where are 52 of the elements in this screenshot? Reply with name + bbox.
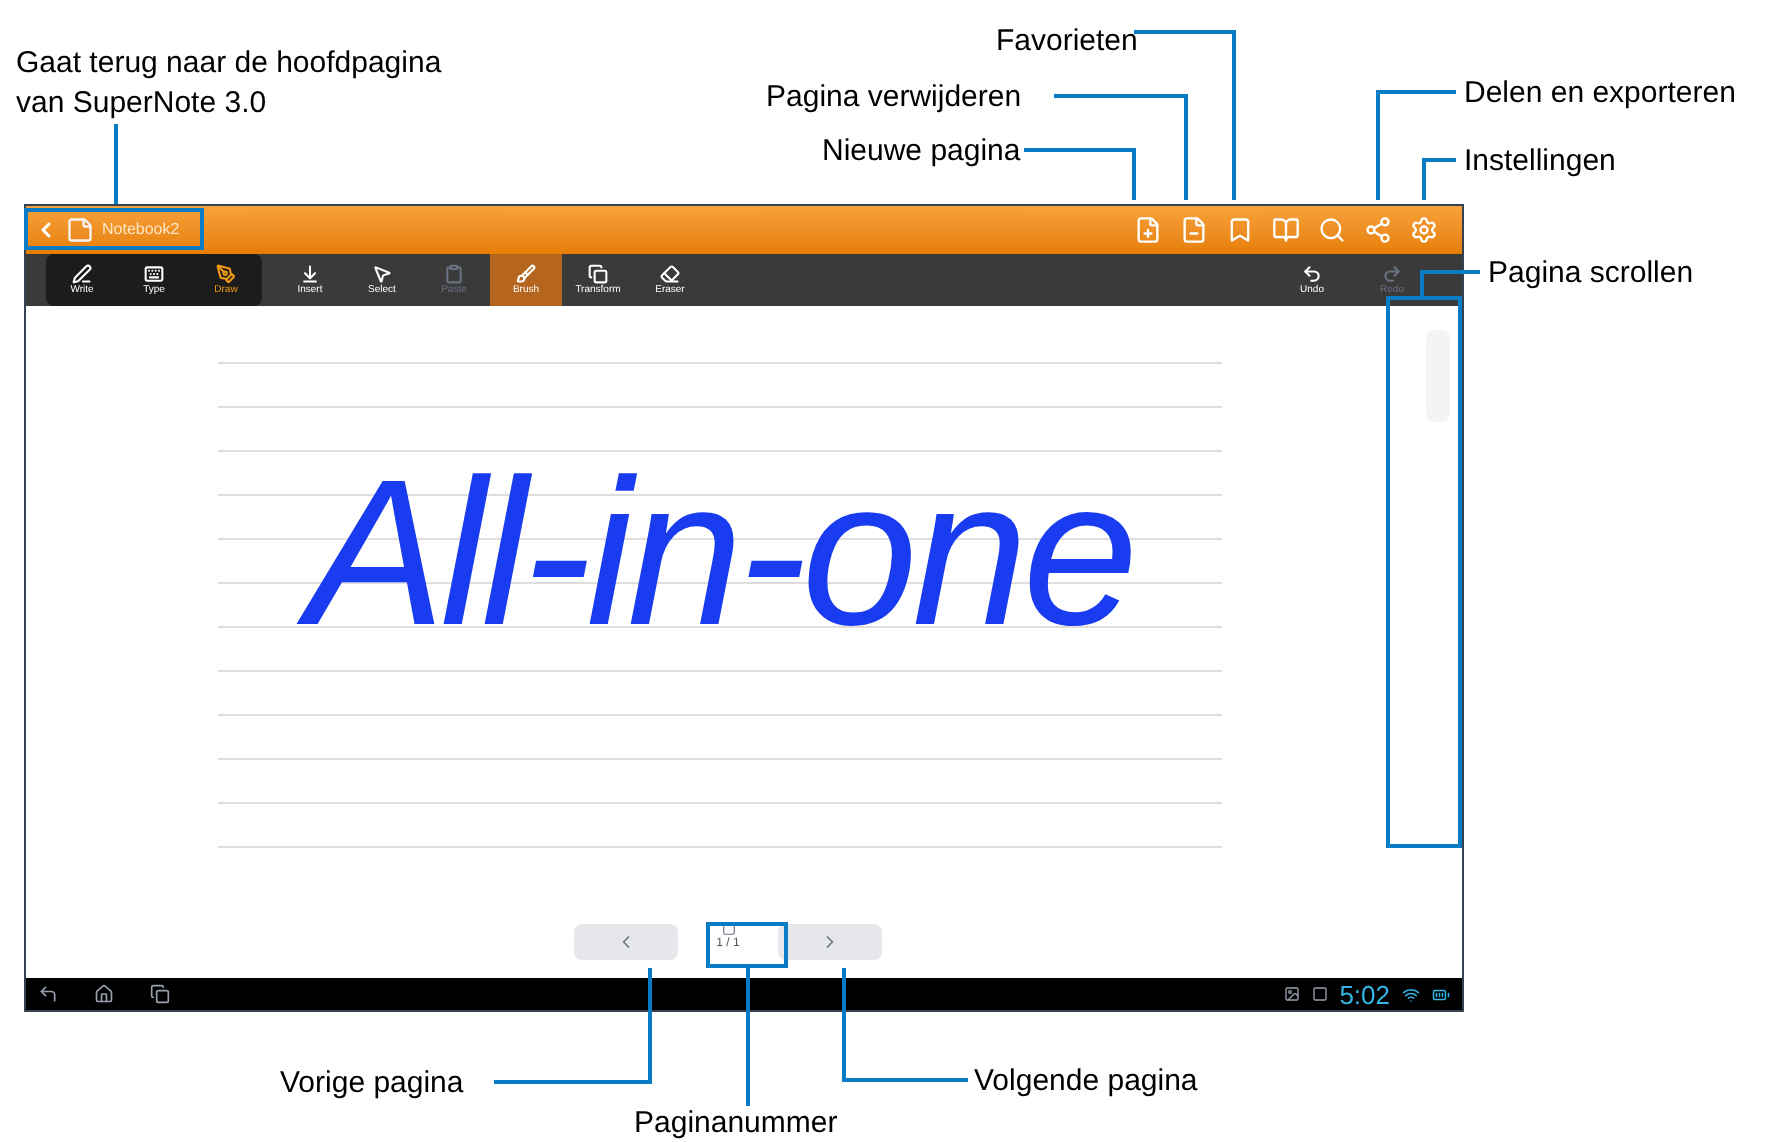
delete-page-button[interactable] [1180, 216, 1208, 244]
undo-icon [1302, 263, 1322, 283]
back-nav-icon[interactable] [38, 984, 58, 1004]
home-icon[interactable] [94, 984, 114, 1004]
pen-nib-icon [216, 263, 236, 283]
redo-icon [1382, 263, 1402, 283]
share-button[interactable] [1364, 216, 1392, 244]
copy-icon [588, 263, 608, 283]
callout-label: Gaat terug naar de hoofdpagina van SuperNote 3.0 [16, 44, 444, 124]
leader-line [746, 968, 750, 1106]
next-page-button[interactable] [778, 924, 882, 960]
wifi-icon [1402, 985, 1420, 1003]
search-button[interactable] [1318, 216, 1346, 244]
leader-line [842, 968, 968, 1082]
device-icon [1311, 986, 1328, 1002]
callout-label: Volgende pagina [974, 1062, 1200, 1102]
notebook-icon [66, 216, 94, 244]
leader-line [114, 124, 118, 204]
share-icon [1364, 216, 1392, 244]
callout-label: Pagina scrollen [1488, 254, 1696, 294]
callout-label: Nieuwe pagina [822, 132, 1023, 172]
insert-icon [300, 263, 320, 283]
callout-label: Favorieten [996, 22, 1140, 62]
eraser-icon [660, 263, 680, 283]
highlight-frame [706, 922, 788, 968]
bookmark-icon [1226, 216, 1254, 244]
picture-icon [1283, 986, 1300, 1002]
callout-label: Pagina verwijderen [766, 78, 1024, 118]
callout-label: Paginanummer [634, 1104, 840, 1142]
settings-icon [1410, 216, 1438, 244]
book-button[interactable] [1272, 216, 1300, 244]
pointer-icon [372, 263, 392, 283]
file-plus-icon [1134, 216, 1162, 244]
pen-icon [72, 263, 92, 283]
leader-line [1420, 270, 1480, 296]
brush-icon [516, 263, 536, 283]
page-icon [721, 922, 735, 936]
callout-label: Instellingen [1464, 142, 1618, 182]
handwritten-text: All-in-one [282, 430, 1158, 680]
bookmark-button[interactable] [1226, 216, 1254, 244]
settings-button[interactable] [1410, 216, 1438, 244]
new-page-button[interactable] [1134, 216, 1162, 244]
search-icon [1318, 216, 1346, 244]
book-icon [1272, 216, 1300, 244]
clock-time: 5:02 [1339, 981, 1390, 1007]
battery-icon [1432, 985, 1450, 1003]
recent-apps-icon[interactable] [150, 984, 170, 1004]
callout-label: Vorige pagina [280, 1064, 466, 1104]
clipboard-icon [444, 263, 464, 283]
callout-label: Delen en exporteren [1464, 74, 1738, 114]
keyboard-icon [144, 263, 164, 283]
file-minus-icon [1180, 216, 1208, 244]
